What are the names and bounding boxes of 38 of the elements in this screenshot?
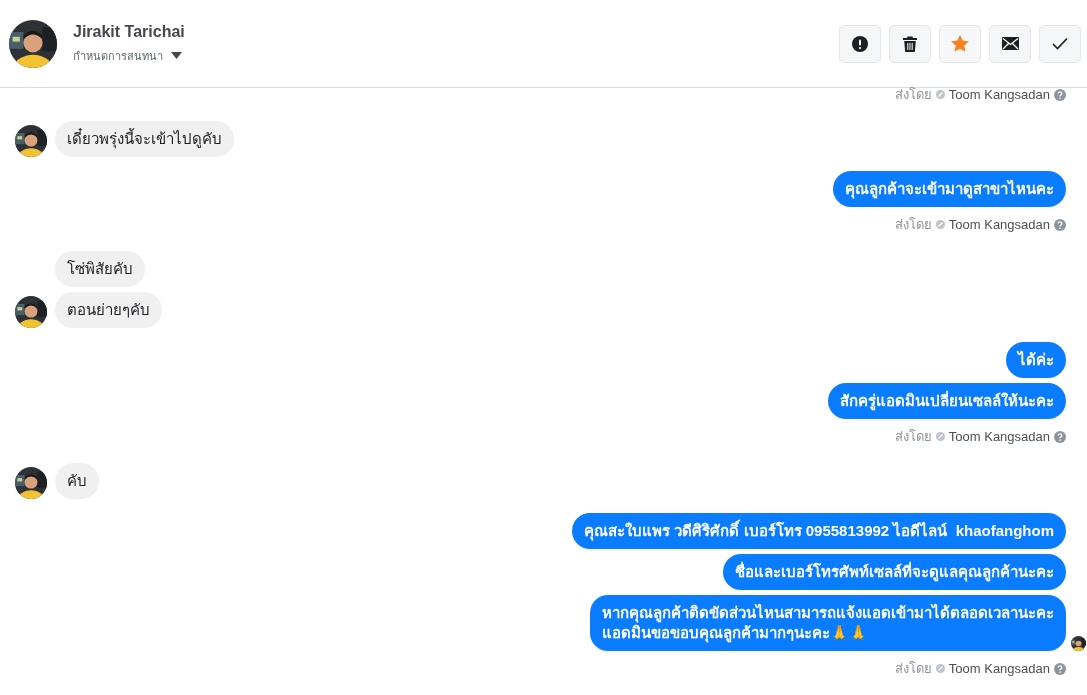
caret-icon[interactable] bbox=[171, 52, 182, 59]
mark-unread-button[interactable] bbox=[989, 24, 1031, 63]
verified-icon bbox=[935, 664, 945, 673]
sender-name[interactable]: Toom Kangsadan bbox=[948, 429, 1050, 444]
help-icon[interactable] bbox=[1054, 430, 1066, 443]
message-bubble: ได้ค่ะ bbox=[1006, 342, 1066, 378]
conversation-menu[interactable]: กำหนดการสนทนา bbox=[73, 46, 163, 65]
message-bubble: หากคุณลูกค้าติดขัดส่วนไหนสามารถแจ้งแอดเข้ามาได้ตลอดเวลานะคะ แอดมินขอขอบคุณลูกค้ามากๆนะคะ🙏🙏 bbox=[590, 595, 1066, 651]
sender-name[interactable]: Toom Kangsadan bbox=[948, 661, 1050, 676]
verified-icon bbox=[935, 220, 945, 229]
message-bubble: สักครู่แอดมินเปลี่ยนเซลล์ให้นะคะ bbox=[828, 383, 1066, 419]
sent-by-label: ส่งโดย bbox=[894, 660, 932, 678]
message-bubble: คุณลูกค้าจะเข้ามาดูสาขาไหนคะ bbox=[833, 171, 1066, 207]
help-icon[interactable] bbox=[1054, 218, 1066, 231]
done-button[interactable] bbox=[1039, 24, 1081, 63]
message-bubble: ชื่อและเบอร์โทรศัพท์เซลล์ที่จะดูแลคุณลูกค้านะคะ bbox=[723, 554, 1066, 590]
contact-name: Jirakit Tarichai bbox=[73, 22, 186, 41]
report-button[interactable] bbox=[839, 24, 881, 63]
trash-icon bbox=[903, 35, 917, 52]
verified-icon bbox=[935, 432, 945, 441]
check-icon bbox=[1052, 37, 1068, 50]
star-button[interactable] bbox=[939, 24, 981, 63]
help-icon[interactable] bbox=[1054, 88, 1066, 101]
mail-icon bbox=[1001, 37, 1019, 50]
sender-name[interactable]: Toom Kangsadan bbox=[948, 87, 1050, 102]
message-bubble: เดี๋ยวพรุ่งนี้จะเข้าไปดูคับ bbox=[55, 121, 234, 157]
sender-name[interactable]: Toom Kangsadan bbox=[948, 217, 1050, 232]
verified-icon bbox=[935, 90, 945, 99]
help-icon[interactable] bbox=[1054, 662, 1066, 675]
sent-by-label: ส่งโดย bbox=[894, 216, 932, 234]
message-bubble: ตอนย่ายๆคับ bbox=[55, 292, 162, 328]
message-bubble: คุณสะใบแพร วดีศิริศักดิ์ เบอร์โทร 0955813992 ไอดีไลน์ khaofanghom bbox=[572, 513, 1066, 549]
sent-by-label: ส่งโดย bbox=[894, 428, 932, 446]
sent-by-label: ส่งโดย bbox=[894, 86, 932, 104]
delete-button[interactable] bbox=[889, 24, 931, 63]
message-bubble: โซ่พิสัยคับ bbox=[55, 251, 145, 287]
alert-icon bbox=[852, 35, 868, 52]
message-bubble: คับ bbox=[55, 463, 99, 499]
